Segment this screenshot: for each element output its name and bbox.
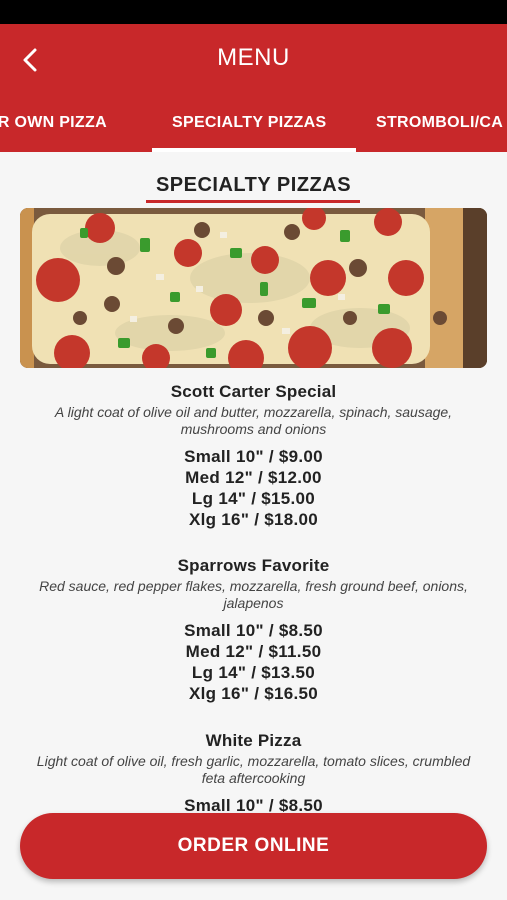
- item-price: Small 10" / $8.50: [184, 621, 323, 640]
- item-description: Red sauce, red pepper flakes, mozzarella…: [39, 578, 468, 611]
- menu-item: Scott Carter Special A light coat of oli…: [0, 382, 507, 530]
- item-price: Small 10" / $8.50: [184, 796, 323, 812]
- menu-content[interactable]: SPECIALTY PIZZAS Scott Carter Special A …: [0, 152, 507, 812]
- item-price: Med 12" / $11.50: [185, 642, 322, 661]
- pizza-photo: [20, 208, 487, 368]
- menu-item: Sparrows Favorite Red sauce, red pepper …: [0, 556, 507, 704]
- item-price: Med 12" / $12.00: [185, 468, 322, 487]
- order-online-button[interactable]: ORDER ONLINE: [20, 813, 487, 879]
- item-price: Lg 14" / $13.50: [191, 663, 316, 682]
- item-name: Sparrows Favorite: [177, 556, 330, 575]
- page-title: MENU: [217, 44, 290, 71]
- item-price: Small 10" / $9.00: [184, 447, 323, 466]
- item-name: White Pizza: [205, 731, 302, 750]
- status-bar: [0, 0, 507, 24]
- item-price: Lg 14" / $15.00: [191, 489, 316, 508]
- item-description: Light coat of olive oil, fresh garlic, m…: [36, 753, 471, 786]
- item-price: Xlg 16" / $16.50: [188, 684, 319, 703]
- tab-stromboli[interactable]: STROMBOLI/CA: [376, 114, 503, 132]
- menu-item: White Pizza Light coat of olive oil, fre…: [0, 731, 507, 812]
- item-name: Scott Carter Special: [170, 382, 337, 401]
- section-title: SPECIALTY PIZZAS: [155, 174, 352, 196]
- item-description: A light coat of olive oil and butter, mo…: [54, 404, 453, 437]
- category-tabs: UR OWN PIZZA SPECIALTY PIZZAS STROMBOLI/…: [0, 108, 507, 152]
- item-price: Xlg 16" / $18.00: [188, 510, 319, 529]
- section-title-underline: [146, 200, 360, 203]
- app-header: MENU UR OWN PIZZA SPECIALTY PIZZAS STROM…: [0, 24, 507, 152]
- tab-build-your-own-pizza[interactable]: UR OWN PIZZA: [0, 114, 107, 132]
- tab-specialty-pizzas[interactable]: SPECIALTY PIZZAS: [172, 114, 326, 132]
